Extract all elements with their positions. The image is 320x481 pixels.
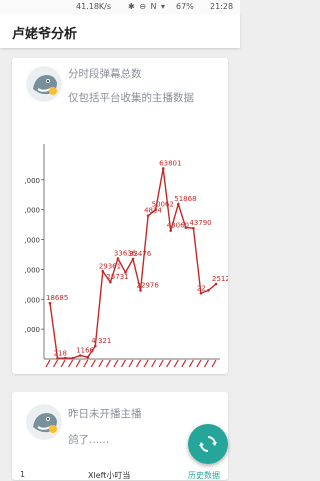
data-label: 218 [54, 349, 67, 357]
status-icons: ✱ ⊖ N ▾ [128, 2, 167, 11]
x-tick-mark [143, 359, 149, 368]
data-point [124, 271, 127, 274]
data-label: 63801 [159, 159, 181, 167]
list-streamer-name[interactable]: Xleft小叮当 [88, 470, 130, 481]
clock: 21:28 [210, 2, 234, 11]
timeslot-line-chart: ,000 ,000 ,000 ,000 ,000 ,000 18685 218 1166 4 32… [24, 144, 228, 368]
y-tick-label: ,000 [24, 296, 40, 304]
x-tick-mark [196, 359, 202, 368]
x-tick-mark [120, 359, 126, 368]
data-label: 50062 [152, 201, 174, 209]
data-point [192, 226, 195, 230]
data-point [169, 229, 173, 232]
card-subtitle: 仅包括平台收集的主播数据 [68, 92, 194, 104]
timeslot-card: 分时段弹幕总数 仅包括平台收集的主播数据 ,000,000,000,000,00… [12, 58, 228, 374]
x-tick-mark [181, 359, 187, 368]
data-point [101, 270, 105, 273]
data-point [199, 292, 203, 295]
data-point [207, 289, 210, 292]
history-data-link[interactable]: 历史数据 [188, 470, 220, 481]
data-point [78, 354, 82, 357]
data-point [93, 344, 97, 348]
card-subtitle: 鸽了...... [68, 434, 110, 446]
x-tick-mark [98, 359, 104, 368]
shark-avatar-icon [26, 66, 62, 102]
x-tick-mark [68, 359, 74, 368]
x-tick-mark [151, 359, 157, 368]
x-tick-mark [90, 359, 96, 368]
refresh-fab[interactable] [188, 424, 228, 464]
x-tick-mark [60, 359, 66, 368]
x-tick-mark [166, 359, 172, 368]
data-label: 33476 [129, 250, 152, 258]
y-tick-label: ,000 [24, 207, 40, 215]
card-title: 昨日未开播主播 [68, 408, 142, 420]
x-tick-mark [53, 359, 59, 368]
x-tick-mark [83, 359, 89, 368]
app-bar: 卢姥爷分析 [0, 14, 240, 48]
data-point [131, 257, 135, 261]
x-tick-mark [136, 359, 142, 368]
x-tick-mark [105, 359, 111, 368]
data-point [48, 301, 52, 305]
y-tick-label: ,000 [24, 326, 40, 334]
battery-level: 67% [176, 2, 194, 11]
data-label: 25731 [106, 273, 128, 281]
status-bar: 41.18K/s ✱ ⊖ N ▾ 67% 21:28 [0, 0, 240, 14]
refresh-icon [199, 436, 217, 452]
data-point [56, 357, 59, 360]
x-tick-mark [188, 359, 194, 368]
data-label: 29361 [99, 262, 121, 270]
data-point [116, 257, 120, 260]
data-point [154, 208, 157, 211]
data-point [184, 226, 188, 229]
data-point [161, 167, 165, 170]
data-label: 1166 [76, 347, 94, 355]
x-tick-mark [128, 359, 134, 368]
data-label: 25121 [212, 275, 228, 283]
network-speed: 41.18K/s [76, 2, 112, 11]
data-point [176, 202, 180, 206]
y-tick-label: ,000 [24, 177, 40, 185]
data-label: 22 [197, 284, 206, 292]
list-rank: 1 [20, 470, 26, 479]
data-label: 4 321 [91, 337, 111, 345]
data-label: 43790 [189, 219, 211, 227]
shark-avatar-icon [26, 404, 62, 440]
x-tick-mark [203, 359, 209, 368]
data-point [139, 289, 142, 292]
data-point [71, 356, 74, 360]
y-tick-label: ,000 [24, 266, 40, 274]
data-point [86, 355, 90, 359]
x-tick-mark [173, 359, 179, 368]
x-tick-mark [75, 359, 81, 368]
data-point [109, 280, 112, 284]
data-label: 51868 [174, 195, 196, 203]
data-label: 18685 [46, 294, 68, 302]
page-title: 卢姥爷分析 [12, 27, 78, 42]
data-point [146, 214, 150, 217]
x-tick-mark [45, 359, 51, 368]
x-tick-mark [113, 359, 119, 368]
y-tick-label: ,000 [24, 237, 40, 245]
x-tick-mark [211, 359, 217, 368]
card-title: 分时段弹幕总数 [68, 68, 142, 80]
data-point [214, 282, 218, 286]
data-point [63, 356, 67, 360]
x-tick-mark [158, 359, 164, 368]
data-label: 22976 [137, 281, 160, 289]
